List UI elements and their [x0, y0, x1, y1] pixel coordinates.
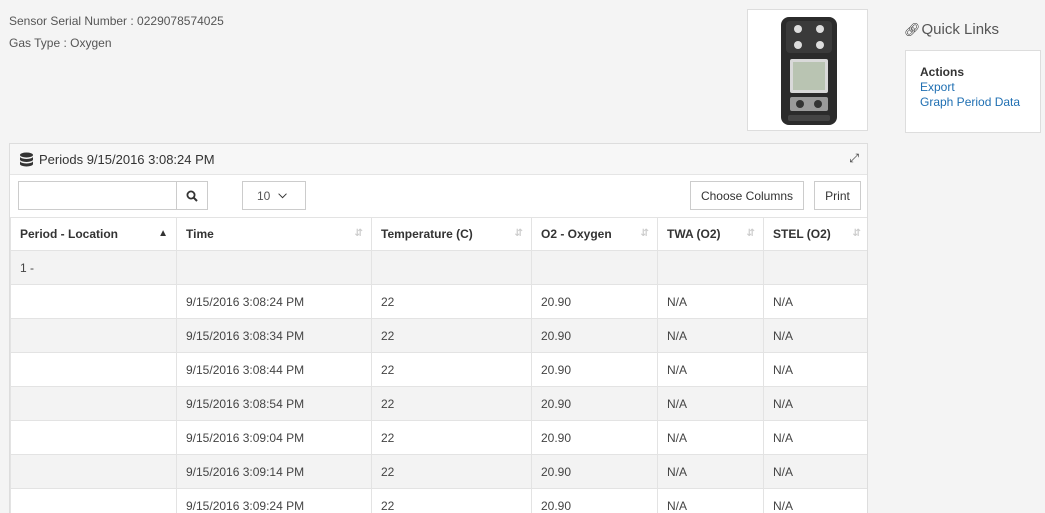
table-cell: N/A: [657, 352, 764, 387]
column-header-stel[interactable]: STEL (O2) ⇵: [763, 217, 867, 251]
table-toolbar: 10 ⌵ Choose Columns Print: [10, 175, 867, 215]
table-row: 9/15/2016 3:09:04 PM 22 20.90 N/A N/A: [10, 420, 867, 455]
table-cell: [531, 250, 658, 285]
page-size-value: 10: [257, 188, 271, 203]
table-cell: [10, 352, 177, 387]
table-cell: 20.90: [531, 488, 658, 513]
sort-icon: ⇵: [746, 228, 755, 239]
table-cell: N/A: [763, 420, 867, 455]
gas-detector-image: [781, 17, 837, 125]
search-icon: [186, 190, 198, 202]
table-cell: [10, 488, 177, 513]
table-cell: [657, 250, 764, 285]
table-cell: 9/15/2016 3:09:24 PM: [176, 488, 372, 513]
table-cell: [10, 386, 177, 421]
table-row: 9/15/2016 3:09:24 PM 22 20.90 N/A N/A: [10, 488, 867, 513]
table-cell: [10, 454, 177, 489]
table-row: 9/15/2016 3:08:54 PM 22 20.90 N/A N/A: [10, 386, 867, 421]
table-row: 9/15/2016 3:08:44 PM 22 20.90 N/A N/A: [10, 352, 867, 387]
table-cell: N/A: [657, 284, 764, 319]
table-cell: 20.90: [531, 352, 658, 387]
table-cell: 20.90: [531, 318, 658, 353]
column-header-temperature[interactable]: Temperature (C) ⇵: [371, 217, 532, 251]
table-cell: N/A: [657, 454, 764, 489]
export-link[interactable]: Export: [920, 80, 1040, 95]
table-cell: N/A: [763, 386, 867, 421]
search-button[interactable]: [176, 181, 208, 210]
table-cell: [10, 284, 177, 319]
table-row: 9/15/2016 3:08:24 PM 22 20.90 N/A N/A: [10, 284, 867, 319]
column-header-period-location[interactable]: Period - Location ▲: [10, 217, 177, 251]
table-cell: [763, 250, 867, 285]
sort-asc-icon: ▲: [158, 228, 168, 239]
link-icon: 🔗︎: [904, 21, 921, 37]
sensor-serial-number: Sensor Serial Number : 0229078574025: [9, 14, 224, 28]
panel-header: Periods 9/15/2016 3:08:24 PM ⤢: [10, 144, 867, 175]
choose-columns-button[interactable]: Choose Columns: [690, 181, 804, 210]
table-cell: 22: [371, 420, 532, 455]
table-cell: 22: [371, 318, 532, 353]
print-button[interactable]: Print: [814, 181, 861, 210]
table-cell: N/A: [657, 420, 764, 455]
column-header-o2-oxygen[interactable]: O2 - Oxygen ⇵: [531, 217, 658, 251]
table-cell: N/A: [657, 318, 764, 353]
table-cell: N/A: [657, 488, 764, 513]
panel-title: Periods 9/15/2016 3:08:24 PM: [39, 151, 215, 167]
table-cell: 22: [371, 488, 532, 513]
table-cell: [176, 250, 372, 285]
actions-heading: Actions: [920, 65, 965, 79]
table-cell: [10, 420, 177, 455]
sort-icon: ⇵: [354, 228, 363, 239]
quick-links-box: Actions Export Graph Period Data: [905, 50, 1041, 133]
table-cell: 20.90: [531, 420, 658, 455]
table-cell: 22: [371, 284, 532, 319]
table-row: 9/15/2016 3:09:14 PM 22 20.90 N/A N/A: [10, 454, 867, 489]
table-cell: [371, 250, 532, 285]
page-size-select[interactable]: 10 ⌵: [242, 181, 306, 210]
quick-links-title: Quick Links: [921, 21, 1000, 38]
table-cell: 9/15/2016 3:09:14 PM: [176, 454, 372, 489]
table-row: 1 -: [10, 250, 867, 285]
graph-period-data-link[interactable]: Graph Period Data: [920, 95, 1040, 110]
sort-icon: ⇵: [514, 228, 523, 239]
column-header-twa[interactable]: TWA (O2) ⇵: [657, 217, 764, 251]
table-cell: 9/15/2016 3:08:54 PM: [176, 386, 372, 421]
sensor-info: Sensor Serial Number : 0229078574025 Gas…: [9, 10, 224, 54]
table-cell: [10, 318, 177, 353]
periods-panel: Periods 9/15/2016 3:08:24 PM ⤢ 10 ⌵ Choo…: [9, 143, 868, 513]
table-cell: 22: [371, 386, 532, 421]
table-cell: 22: [371, 352, 532, 387]
sort-icon: ⇵: [852, 228, 861, 239]
table-cell: 20.90: [531, 284, 658, 319]
table-cell: 9/15/2016 3:08:24 PM: [176, 284, 372, 319]
column-header-time[interactable]: Time ⇵: [176, 217, 372, 251]
device-image: [747, 9, 868, 131]
chevron-down-icon: ⌵: [278, 189, 287, 201]
table-cell: N/A: [763, 318, 867, 353]
table-cell: 20.90: [531, 454, 658, 489]
periods-table: Period - Location ▲ Time ⇵ Temperature (C)…: [10, 217, 867, 513]
table-cell: N/A: [763, 284, 867, 319]
table-cell: 22: [371, 454, 532, 489]
search-input[interactable]: [18, 181, 176, 210]
table-cell: 20.90: [531, 386, 658, 421]
table-cell: N/A: [657, 386, 764, 421]
sort-icon: ⇵: [640, 228, 649, 239]
expand-icon[interactable]: ⤢: [849, 151, 859, 166]
table-cell: N/A: [763, 454, 867, 489]
table-cell: 1 -: [10, 250, 177, 285]
table-cell: N/A: [763, 488, 867, 513]
table-cell: 9/15/2016 3:09:04 PM: [176, 420, 372, 455]
table-cell: 9/15/2016 3:08:34 PM: [176, 318, 372, 353]
table-cell: 9/15/2016 3:08:44 PM: [176, 352, 372, 387]
database-icon: [20, 152, 33, 166]
table-header-row: Period - Location ▲ Time ⇵ Temperature (C)…: [10, 217, 867, 251]
table-cell: N/A: [763, 352, 867, 387]
quick-links-panel: 🔗︎ Quick Links Actions Export Graph Peri…: [895, 10, 1045, 133]
table-row: 9/15/2016 3:08:34 PM 22 20.90 N/A N/A: [10, 318, 867, 353]
gas-type: Gas Type : Oxygen: [9, 36, 112, 50]
